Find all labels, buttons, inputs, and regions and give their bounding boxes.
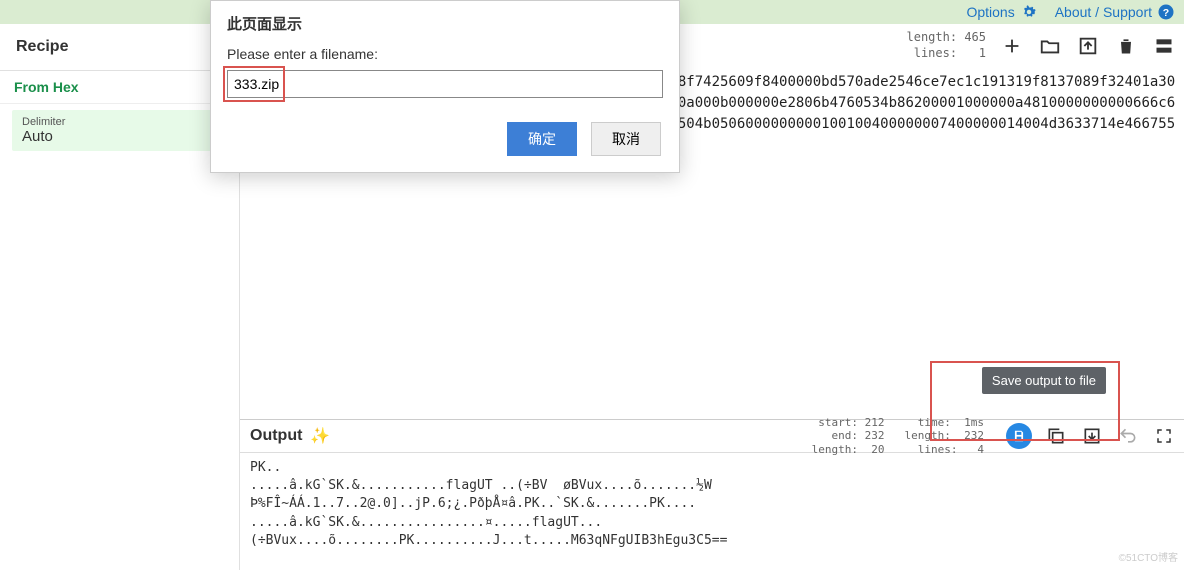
clear-icon[interactable] (1114, 34, 1138, 58)
folder-icon[interactable] (1038, 34, 1062, 58)
fullscreen-icon[interactable] (1152, 424, 1176, 448)
save-output-button[interactable] (1006, 423, 1032, 449)
input-stats: length: 465 lines: 1 (907, 30, 987, 61)
output-stats: start: 212 end: 232 length: 20 time: 1ms… (812, 416, 984, 456)
input-toolbar: length: 465 lines: 1 (907, 30, 1177, 61)
output-title: Output (250, 427, 302, 445)
operation-arg[interactable]: Delimiter Auto (12, 110, 227, 151)
cancel-button[interactable]: 取消 (591, 122, 661, 156)
arg-label: Delimiter (22, 116, 217, 128)
ok-button[interactable]: 确定 (507, 122, 577, 156)
operation-from-hex[interactable]: From Hex (0, 71, 239, 104)
magic-icon[interactable]: ✨ (310, 426, 330, 446)
undo-icon[interactable] (1116, 424, 1140, 448)
svg-text:?: ? (1163, 7, 1169, 19)
replace-input-icon[interactable] (1080, 424, 1104, 448)
recipe-title: Recipe (0, 24, 239, 71)
save-tooltip: Save output to file (982, 367, 1106, 394)
output-panel: Output ✨ start: 212 end: 232 length: 20 … (240, 420, 1184, 570)
open-file-icon[interactable] (1076, 34, 1100, 58)
arg-value: Auto (22, 128, 217, 145)
dialog-title: 此页面显示 (211, 1, 679, 46)
gear-icon (1019, 2, 1039, 22)
options-link[interactable]: Options (966, 2, 1038, 22)
copy-icon[interactable] (1044, 424, 1068, 448)
filename-input[interactable] (227, 70, 663, 98)
add-icon[interactable] (1000, 34, 1024, 58)
about-link[interactable]: About / Support? (1055, 2, 1176, 22)
watermark: ©51CTO博客 (1119, 549, 1178, 564)
help-icon: ? (1156, 2, 1176, 22)
layout-icon[interactable] (1152, 34, 1176, 58)
recipe-panel: Recipe From Hex Delimiter Auto (0, 24, 240, 570)
output-data[interactable]: PK.. .....â.kG`SK.&...........flagUT ..(… (240, 453, 1184, 570)
prompt-dialog: 此页面显示 Please enter a filename: 确定 取消 (210, 0, 680, 173)
dialog-message: Please enter a filename: (227, 46, 663, 62)
